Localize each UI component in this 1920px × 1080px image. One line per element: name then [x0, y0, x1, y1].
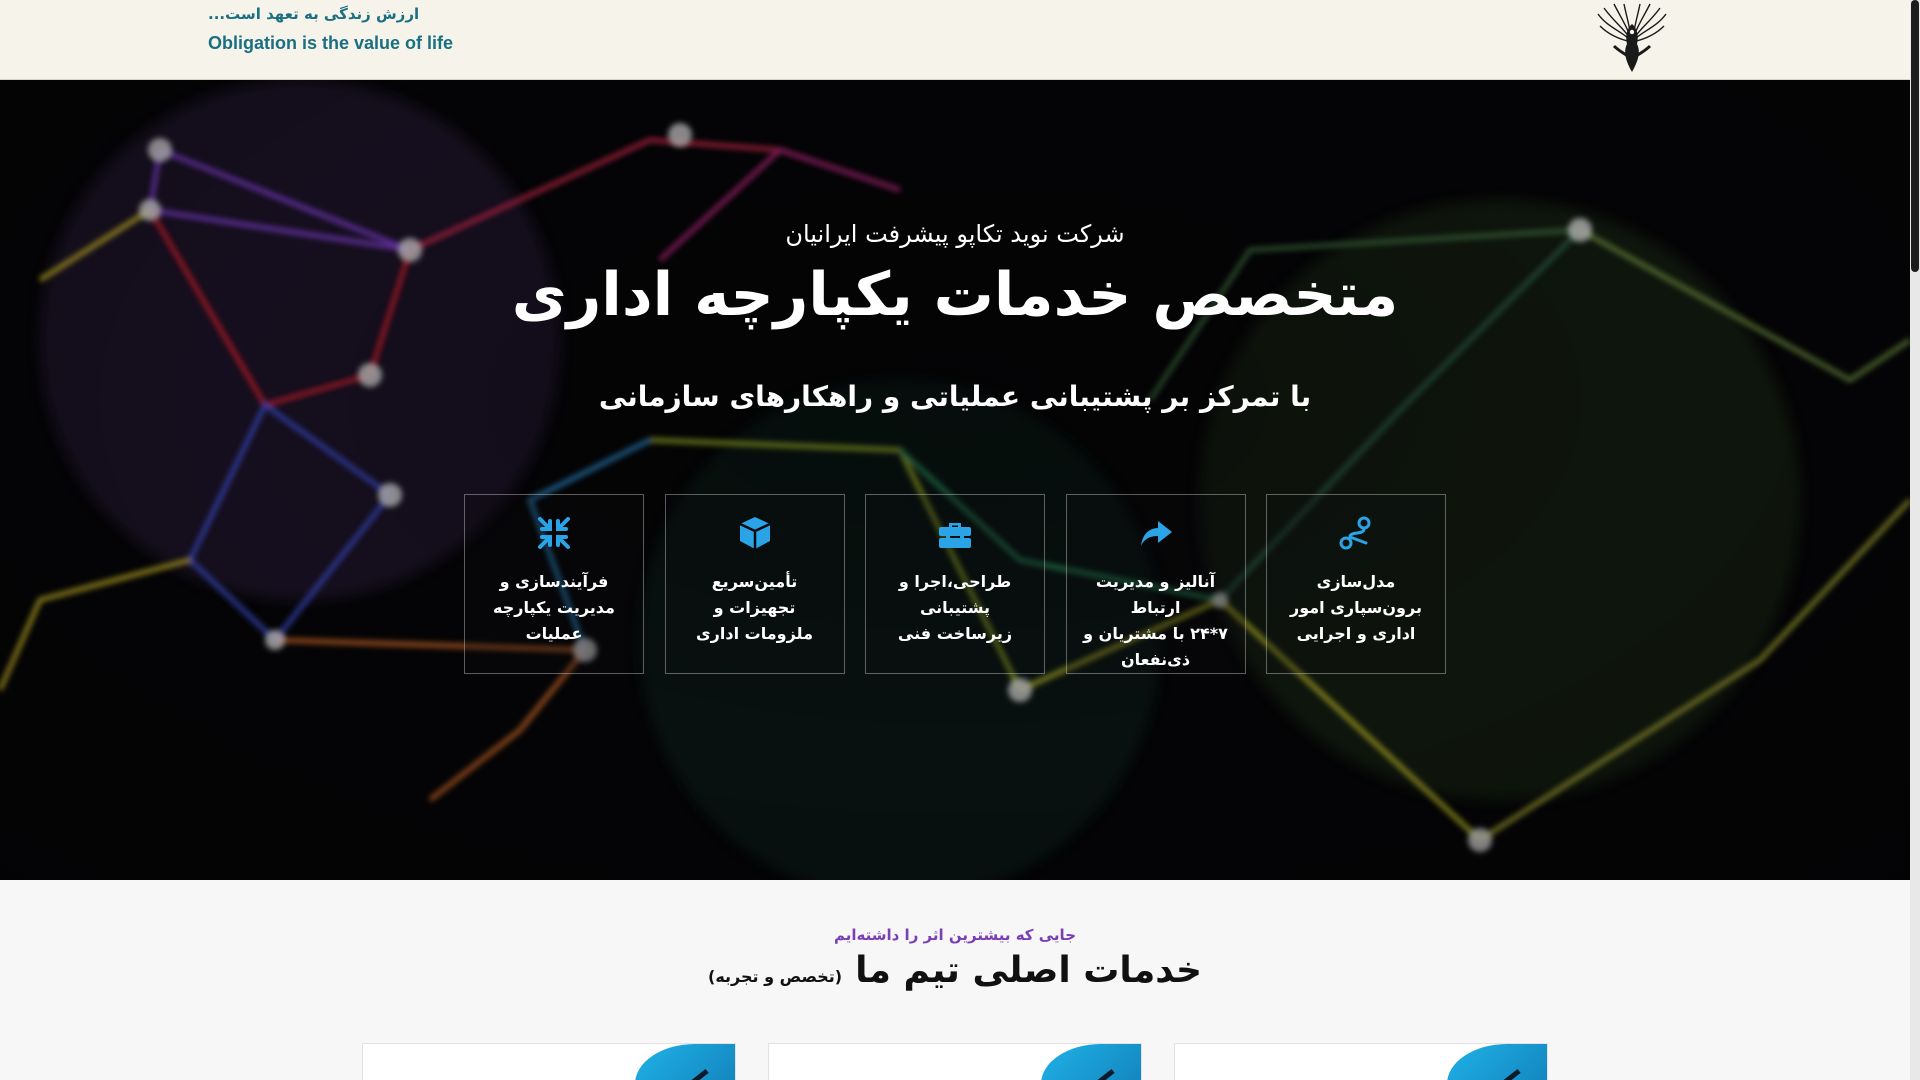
feature-card-process[interactable]: فرآیندسازی و مدیریت یکپارچه عملیات — [464, 494, 644, 674]
feature-card-crm[interactable]: آنالیز و مدیریت ارتباط ۷*۲۴ با مشتریان و… — [1065, 494, 1246, 674]
service-card-accent — [1447, 1044, 1547, 1080]
feature-label: مدل‌سازی برون‌سپاری امور اداری و اجرایی — [1290, 572, 1422, 643]
services-heading: خدمات اصلی تیم ما (تخصص و تجربه) — [0, 950, 1910, 991]
phoenix-emblem-icon[interactable] — [1594, 2, 1670, 76]
feature-label: تأمین‌سریع تجهیزات و ملزومات اداری — [696, 572, 813, 643]
feature-cards: مدل‌سازی برون‌سپاری امور اداری و اجرایی … — [464, 494, 1446, 674]
service-card[interactable] — [1174, 1043, 1548, 1080]
site-header: ارزش زندگی به تعهد است... Obligation is … — [0, 0, 1910, 80]
hero-section: شرکت نوید تکاپو پیشرفت ایرانیان متخصص خد… — [0, 80, 1910, 880]
hero-focus-text: با تمرکز بر پشتیبانی عملیاتی و راهکارهای… — [598, 380, 1312, 413]
service-card[interactable] — [362, 1043, 736, 1080]
services-note: (تخصص و تجربه) — [708, 967, 843, 986]
feature-card-supply[interactable]: تأمین‌سریع تجهیزات و ملزومات اداری — [664, 494, 845, 674]
company-name: شرکت نوید تکاپو پیشرفت ایرانیان — [785, 220, 1125, 248]
tagline-english: Obligation is the value of life — [208, 33, 454, 53]
service-card-accent — [1041, 1044, 1141, 1080]
service-card-accent — [635, 1044, 735, 1080]
feature-card-infrastructure[interactable]: طراحی،اجرا و پشتیبانی زیرساخت فنی — [865, 494, 1045, 674]
cube-icon — [737, 515, 773, 551]
feature-label: طراحی،اجرا و پشتیبانی زیرساخت فنی — [897, 572, 1013, 643]
feature-label: فرآیندسازی و مدیریت یکپارچه عملیات — [493, 572, 615, 643]
service-card[interactable] — [768, 1043, 1142, 1080]
page-scrollbar[interactable] — [1910, 0, 1920, 1080]
compress-arrows-icon — [536, 515, 572, 551]
scrollbar-thumb[interactable] — [1911, 0, 1919, 272]
share-arrow-icon — [1138, 515, 1174, 551]
route-icon — [1338, 515, 1374, 551]
feature-card-modeling[interactable]: مدل‌سازی برون‌سپاری امور اداری و اجرایی — [1266, 494, 1446, 674]
tagline: ارزش زندگی به تعهد است... Obligation is … — [208, 4, 453, 54]
tagline-persian: ارزش زندگی به تعهد است... — [208, 5, 420, 23]
services-title: خدمات اصلی تیم ما — [855, 950, 1202, 991]
services-eyebrow: جایی که بیشترین اثر را داشته‌ایم — [833, 926, 1076, 944]
feature-label: آنالیز و مدیریت ارتباط ۷*۲۴ با مشتریان و… — [1083, 572, 1228, 669]
toolbox-icon — [937, 515, 973, 551]
hero-overlay — [0, 80, 1910, 880]
hero-title: متخصص خدمات یکپارچه اداری — [511, 260, 1399, 330]
